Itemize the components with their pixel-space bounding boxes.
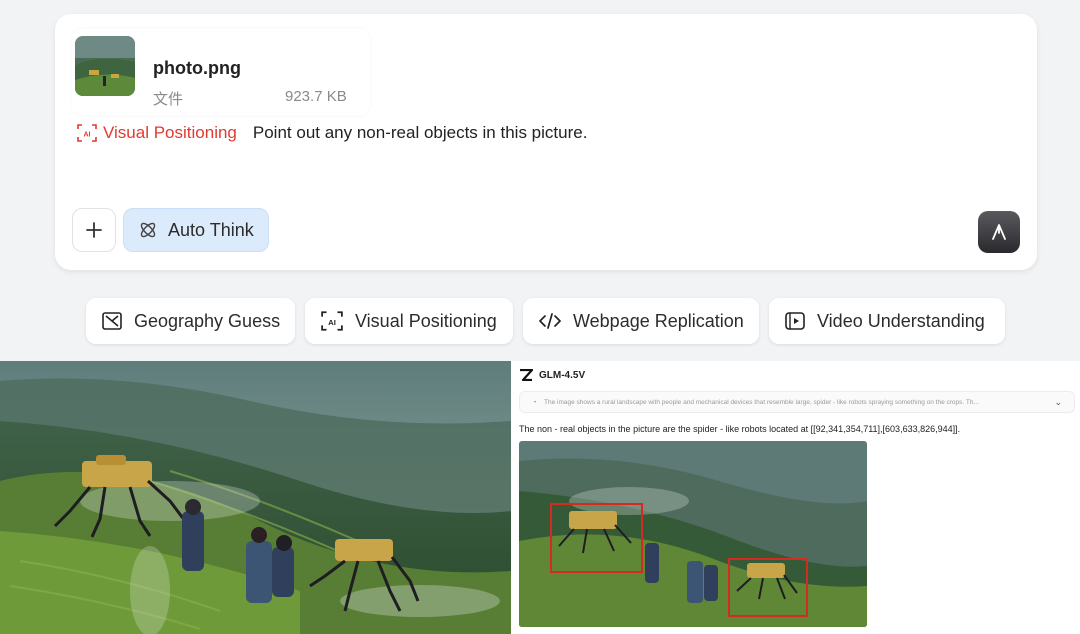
bullet-icon: • bbox=[534, 400, 537, 406]
attachment-file-type: 文件 bbox=[153, 91, 184, 108]
ai-bracket-icon: AI bbox=[321, 311, 343, 331]
auto-think-label: Auto Think bbox=[168, 219, 254, 240]
prompt-tag: Visual Positioning bbox=[103, 123, 237, 142]
image-landscape-icon bbox=[102, 312, 122, 330]
chip-geography-guess[interactable]: Geography Guess bbox=[86, 298, 295, 344]
chip-visual-positioning[interactable]: AI Visual Positioning bbox=[305, 298, 513, 344]
attachment-card[interactable]: photo.png 文件 923.7 KB bbox=[71, 28, 371, 116]
attachment-file-name: photo.png bbox=[153, 58, 241, 78]
send-arrow-icon bbox=[992, 224, 1006, 240]
svg-text:AI: AI bbox=[328, 318, 336, 327]
chip-webpage-replication[interactable]: Webpage Replication bbox=[523, 298, 759, 344]
chip-video-understanding[interactable]: Video Understanding bbox=[769, 298, 1005, 344]
chat-composer: photo.png 文件 923.7 KB AI Visual Position… bbox=[55, 14, 1037, 270]
send-button[interactable] bbox=[978, 211, 1020, 253]
model-result-panel: GLM-4.5V • The image shows a rural lands… bbox=[511, 361, 1080, 634]
model-header: GLM-4.5V bbox=[519, 369, 585, 381]
answer-text: The non - real objects in the picture ar… bbox=[519, 424, 961, 434]
chip-label: Geography Guess bbox=[134, 310, 281, 331]
thinking-summary-box[interactable]: • The image shows a rural landscape with… bbox=[519, 391, 1075, 413]
attachment-thumbnail bbox=[75, 36, 135, 96]
chip-label: Webpage Replication bbox=[573, 310, 744, 331]
auto-think-button[interactable]: Auto Think bbox=[123, 208, 269, 252]
chip-label: Video Understanding bbox=[817, 310, 985, 331]
video-icon bbox=[785, 312, 805, 330]
code-icon bbox=[539, 313, 561, 329]
ai-bracket-icon: AI bbox=[77, 124, 97, 142]
atom-icon bbox=[140, 222, 156, 238]
svg-text:AI: AI bbox=[84, 132, 91, 139]
thinking-summary: The image shows a rural landscape with p… bbox=[544, 399, 979, 406]
add-attachment-button[interactable] bbox=[72, 208, 116, 252]
chip-label: Visual Positioning bbox=[355, 310, 497, 331]
prompt-line[interactable]: AI Visual Positioning Point out any non-… bbox=[77, 120, 587, 146]
prompt-text: Point out any non-real objects in this p… bbox=[252, 123, 588, 142]
attachment-file-size: 923.7 KB bbox=[285, 88, 347, 105]
annotated-result-image bbox=[519, 441, 867, 627]
source-photo bbox=[0, 361, 511, 634]
chevron-down-icon[interactable]: ⌄ bbox=[1054, 397, 1062, 408]
model-name: GLM-4.5V bbox=[539, 369, 586, 381]
plus-icon bbox=[86, 222, 102, 238]
zhipu-logo-icon bbox=[520, 369, 533, 381]
